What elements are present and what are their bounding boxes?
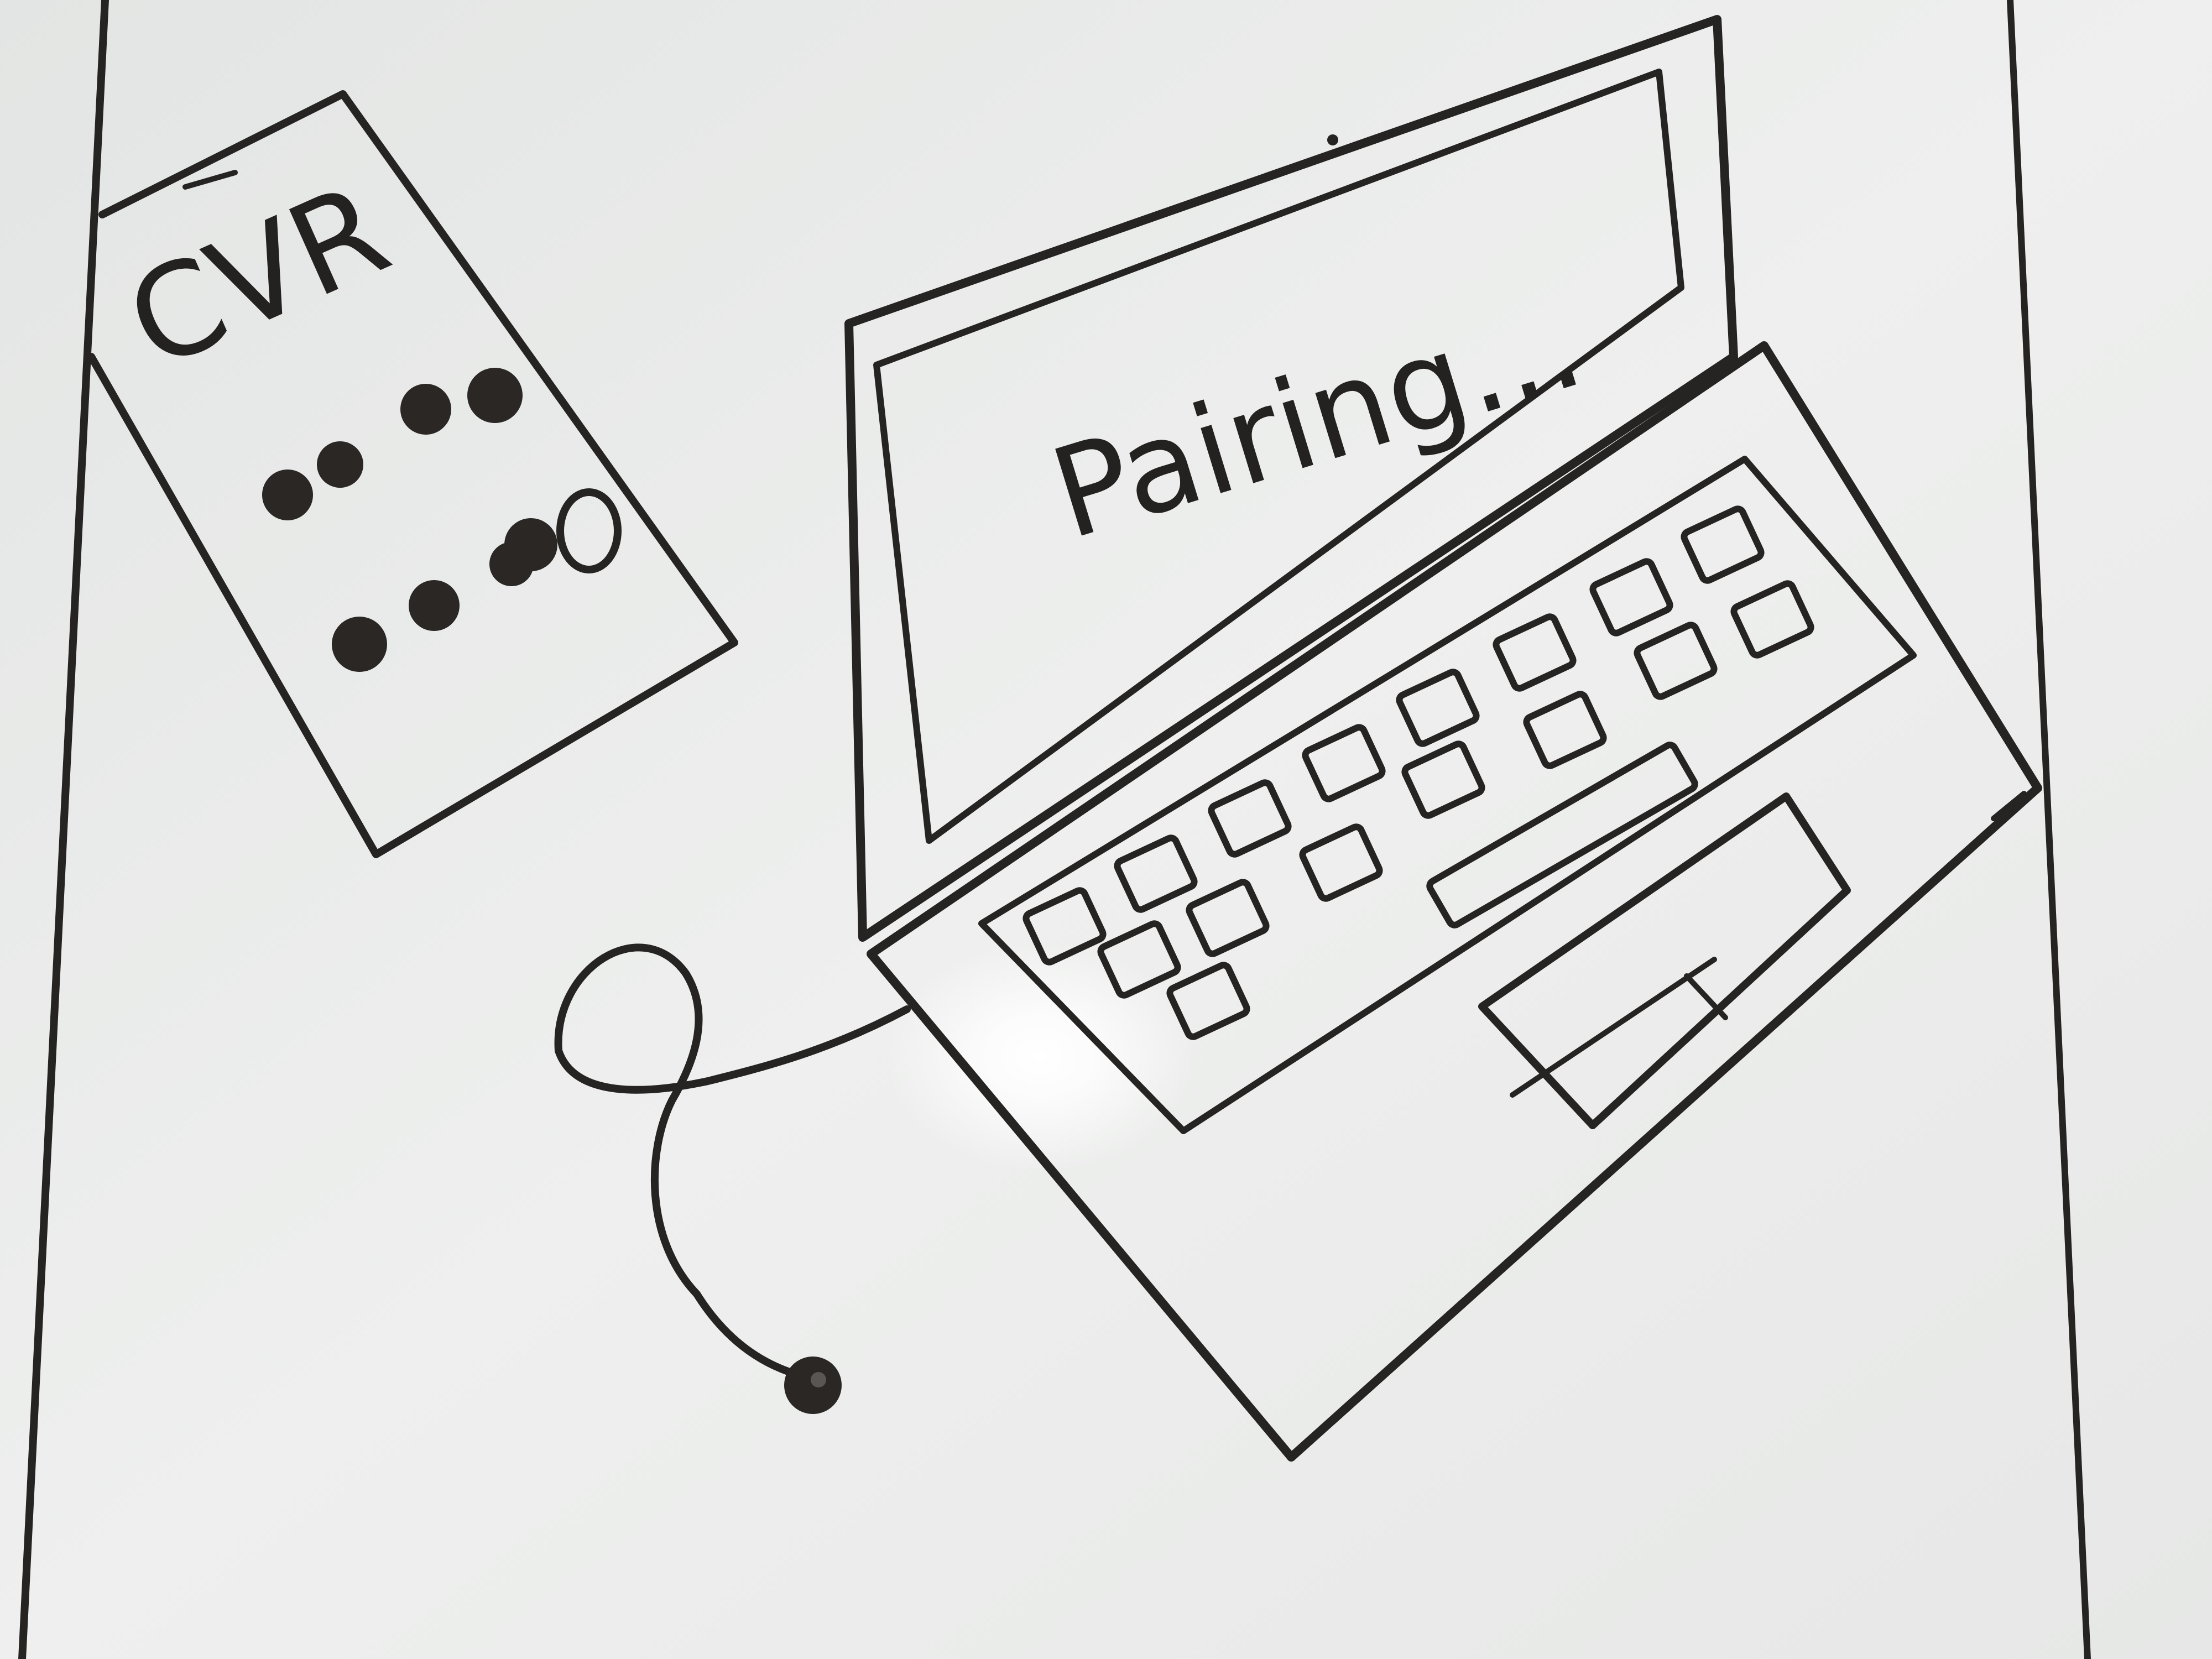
cvr-button [317, 441, 363, 488]
cvr-button [489, 542, 534, 586]
cvr-button [409, 580, 460, 631]
cable-plug [784, 1357, 842, 1414]
cable-plug-highlight [811, 1372, 826, 1387]
cvr-button [467, 368, 523, 423]
cvr-button [262, 469, 313, 520]
glare-spot [885, 940, 1194, 1172]
webcam-dot [1327, 134, 1338, 145]
cvr-button [332, 617, 387, 672]
whiteboard-sketch: CVR Pairing... [0, 0, 2212, 1659]
cvr-button [400, 384, 451, 435]
